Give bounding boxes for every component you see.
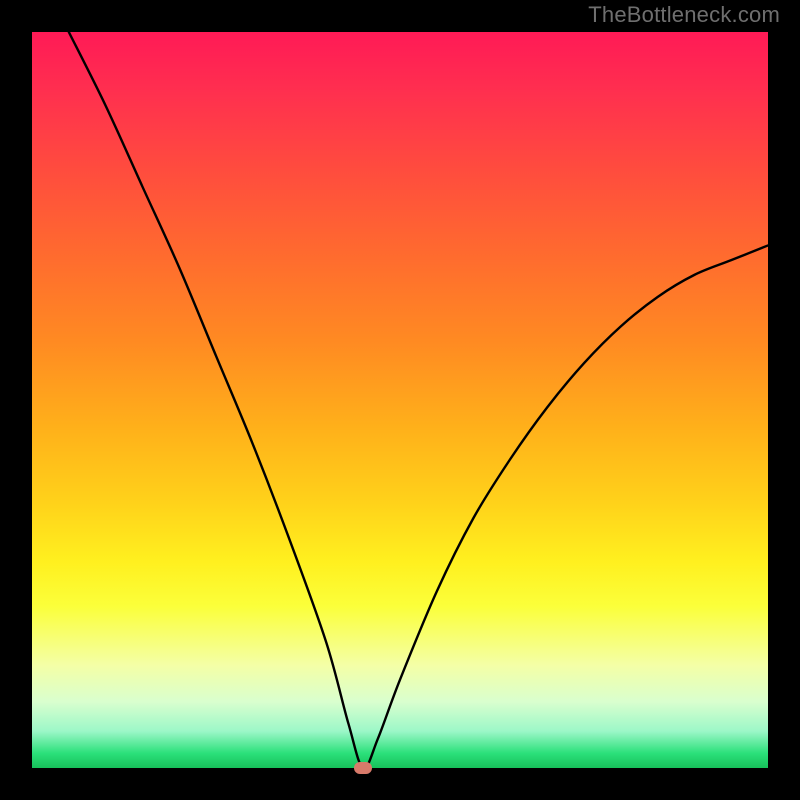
bottleneck-curve bbox=[32, 32, 768, 768]
watermark-text: TheBottleneck.com bbox=[588, 2, 780, 28]
plot-area bbox=[32, 32, 768, 768]
optimal-point-marker bbox=[354, 762, 372, 774]
chart-frame: TheBottleneck.com bbox=[0, 0, 800, 800]
